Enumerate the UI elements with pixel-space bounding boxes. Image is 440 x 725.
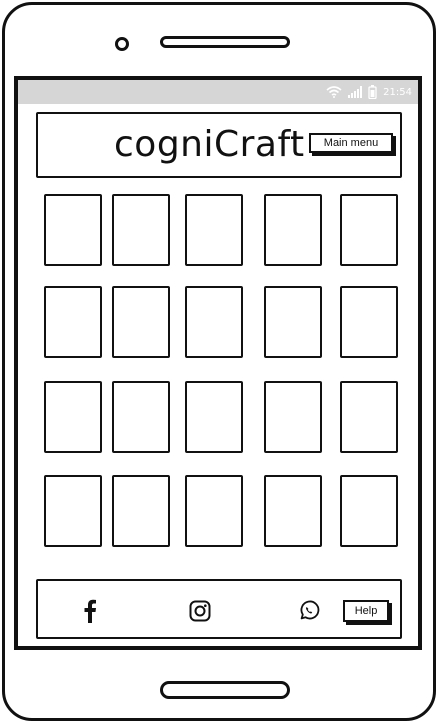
grid-tile[interactable] xyxy=(264,475,322,547)
help-button[interactable]: Help xyxy=(343,600,389,622)
main-menu-button[interactable]: Main menu xyxy=(309,133,393,153)
phone-screen: 21:54 cogniCraft Main menu Help xyxy=(14,76,422,650)
grid-tile[interactable] xyxy=(185,286,243,358)
grid-tile[interactable] xyxy=(264,381,322,453)
home-button[interactable] xyxy=(160,681,290,699)
signal-icon xyxy=(348,86,363,98)
earpiece-speaker xyxy=(160,36,290,48)
tile-grid xyxy=(44,194,398,550)
status-bar: 21:54 xyxy=(18,80,418,104)
facebook-icon[interactable] xyxy=(78,599,102,623)
instagram-icon[interactable] xyxy=(188,599,212,623)
grid-tile[interactable] xyxy=(340,475,398,547)
grid-tile[interactable] xyxy=(185,194,243,266)
front-camera xyxy=(115,37,129,51)
wifi-icon xyxy=(326,86,342,98)
grid-tile[interactable] xyxy=(112,381,170,453)
grid-tile[interactable] xyxy=(112,286,170,358)
grid-tile[interactable] xyxy=(340,194,398,266)
footer: Help xyxy=(36,579,402,639)
app-title: cogniCraft xyxy=(114,124,305,165)
grid-tile[interactable] xyxy=(185,381,243,453)
grid-tile[interactable] xyxy=(340,381,398,453)
grid-tile[interactable] xyxy=(340,286,398,358)
grid-tile[interactable] xyxy=(44,475,102,547)
grid-tile[interactable] xyxy=(264,194,322,266)
grid-tile[interactable] xyxy=(44,286,102,358)
grid-tile[interactable] xyxy=(185,475,243,547)
grid-tile[interactable] xyxy=(44,381,102,453)
whatsapp-icon[interactable] xyxy=(297,599,321,623)
header: cogniCraft Main menu xyxy=(36,112,402,178)
grid-tile[interactable] xyxy=(112,475,170,547)
grid-tile[interactable] xyxy=(112,194,170,266)
battery-icon xyxy=(368,85,377,99)
grid-tile[interactable] xyxy=(264,286,322,358)
grid-tile[interactable] xyxy=(44,194,102,266)
status-time: 21:54 xyxy=(383,86,412,98)
